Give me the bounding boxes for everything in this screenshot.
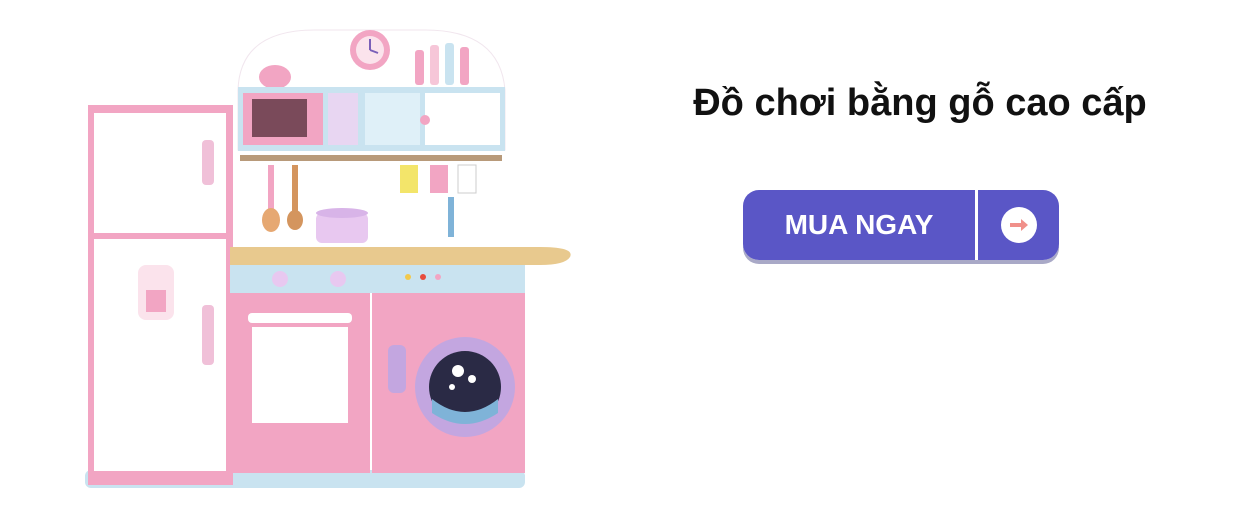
buy-now-button[interactable]: MUA NGAY <box>743 190 1059 260</box>
buy-now-label: MUA NGAY <box>743 190 975 260</box>
product-image <box>80 15 580 495</box>
arrow-right-icon <box>1000 207 1037 243</box>
toy-kitchen-icon <box>85 29 571 488</box>
arrow-button[interactable] <box>978 190 1059 260</box>
headline: Đồ chơi bằng gỗ cao cấp <box>693 82 1147 124</box>
